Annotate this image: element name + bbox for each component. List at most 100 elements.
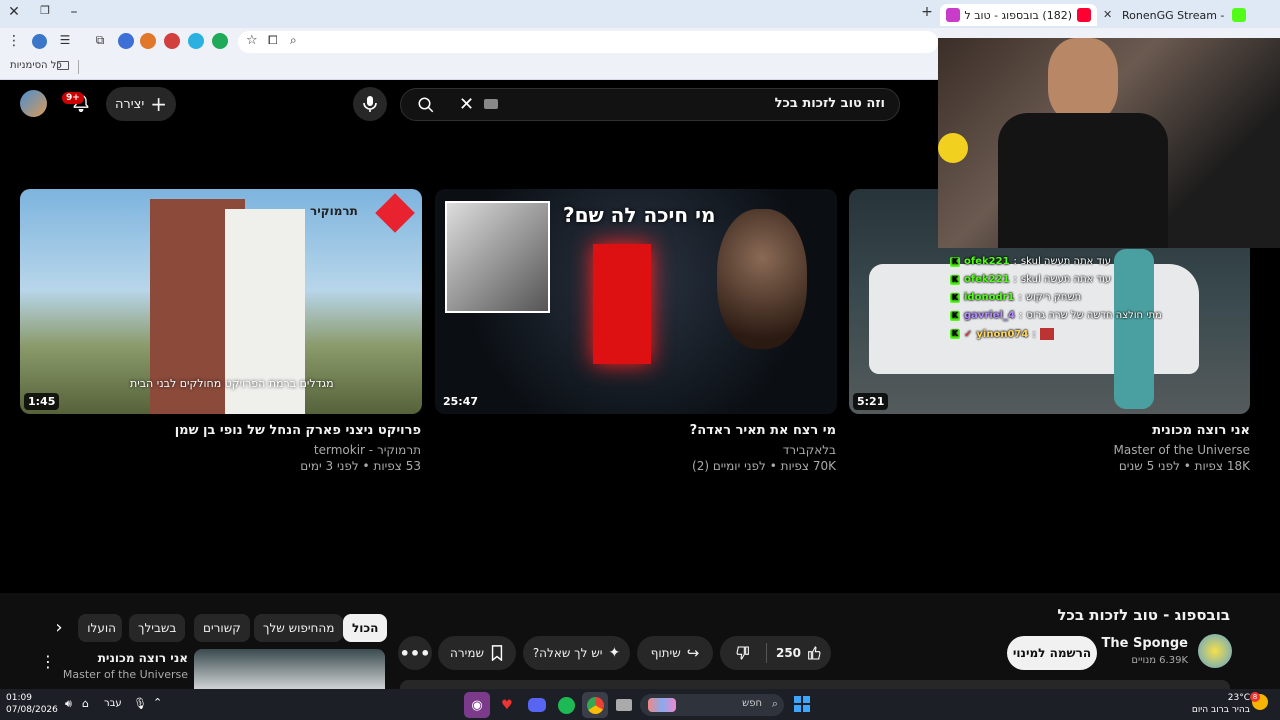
taskbar-app-icon[interactable]: ◉ (464, 692, 490, 718)
video-channel[interactable]: Master of the Universe (850, 443, 1250, 457)
zoom-icon[interactable]: ⌕ (290, 33, 297, 48)
taskbar-app-icon[interactable] (582, 692, 608, 718)
tab-youtube[interactable]: (182) בובספוג - טוב לזכות בכל (940, 4, 1097, 26)
taskbar-app-icon[interactable] (553, 692, 579, 718)
search-highlight-icon (648, 698, 676, 712)
extension-icon[interactable] (188, 33, 204, 49)
related-channel[interactable]: Master of the Universe (63, 668, 188, 681)
extension-icon[interactable] (164, 33, 180, 49)
profile-avatar-icon[interactable] (32, 34, 47, 49)
related-thumbnail[interactable] (194, 649, 385, 689)
chip-label: בשבילך (138, 621, 177, 635)
plush-toy-graphic (938, 133, 968, 163)
channel-avatar[interactable] (1198, 634, 1232, 668)
like-dislike-group: 250 (720, 636, 831, 670)
video-channel[interactable]: תרמוקיר - termokir (21, 443, 421, 457)
chevron-right-icon[interactable]: › (44, 613, 74, 643)
chat-text: skul עוד אתה תעשה (1020, 274, 1111, 285)
more-actions-button[interactable]: ••• (398, 636, 432, 670)
video-thumbnail[interactable]: תרמוקיר מגדלים ברמת הפרויקט מחולקים לבני… (20, 189, 422, 414)
close-tab-icon[interactable]: ✕ (1103, 8, 1112, 21)
taskbar-search[interactable]: חפש ⌕ (640, 694, 784, 716)
weather-badge: 8 (1250, 692, 1260, 702)
microphone-tray-icon[interactable]: 🎙︎ (133, 697, 147, 710)
ask-button[interactable]: ✦ יש לך שאלה? (523, 636, 630, 670)
bookmark-star-icon[interactable]: ☆ (246, 33, 258, 48)
chip-related[interactable]: קשורים (194, 614, 250, 642)
clear-search-icon[interactable]: ✕ (459, 94, 474, 115)
kick-badge-icon: K (950, 292, 960, 303)
share-label: שיתוף (650, 646, 681, 660)
share-button[interactable]: ↪ שיתוף (637, 636, 713, 670)
clock-time: 01:09 (6, 693, 32, 703)
video-meta: 18K צפיות • לפני 5 שנים (1118, 459, 1250, 473)
ask-label: יש לך שאלה? (532, 646, 603, 660)
search-input[interactable]: וזה טוב לזכות בכל (775, 96, 885, 111)
extensions-icon[interactable]: ⧉ (90, 33, 110, 48)
chip-label: הכול (352, 621, 379, 635)
like-button[interactable]: 250 (767, 645, 831, 661)
extension-icon[interactable] (140, 33, 156, 49)
language-indicator[interactable]: עבר (104, 698, 122, 709)
chat-message: Kgavriel_4: מתי חולצה חדשה של שרה גרוס (950, 310, 1162, 321)
tab-kick[interactable]: RonenGG Stream - Watch Live on Kick (1116, 4, 1252, 26)
save-button[interactable]: שמירה (438, 636, 516, 670)
chip-for-you[interactable]: בשבילך (129, 614, 186, 642)
extension-icon[interactable] (212, 33, 228, 49)
video-title[interactable]: אני רוצה מכונית (850, 423, 1250, 438)
video-title[interactable]: מי רצח את תאיר ראדה? (436, 423, 836, 438)
start-button[interactable] (794, 696, 810, 712)
video-meta: 70K צפיות • לפני יומיים (2) (692, 459, 836, 473)
minimize-window-icon[interactable]: – (64, 4, 84, 20)
subscribe-button[interactable]: הרשמה למינוי (1007, 636, 1097, 670)
subscriber-count: 6.39K מנויים (1131, 655, 1188, 666)
install-app-icon[interactable]: ⧠ (268, 33, 278, 48)
voice-search-button[interactable] (353, 87, 387, 121)
create-button[interactable]: + יצירה (106, 87, 176, 121)
extension-icon[interactable] (118, 33, 134, 49)
taskbar-app-icon[interactable] (611, 692, 637, 718)
chip-from-search[interactable]: מהחיפוש שלך (254, 614, 344, 642)
chat-message: Kofek221: skul עוד אתה תעשה (950, 256, 1111, 267)
all-bookmarks-link[interactable]: כל הסימניות (10, 60, 62, 71)
taskbar-app-icon[interactable] (524, 692, 550, 718)
dislike-button[interactable] (720, 645, 766, 661)
chat-message: Kidonodr1: תשחק ריקוש (950, 292, 1082, 303)
search-icon[interactable] (417, 96, 435, 114)
duration-badge: 1:45 (24, 393, 60, 410)
close-window-icon[interactable]: ✕ (4, 4, 24, 20)
channel-name[interactable]: The Sponge (1102, 636, 1188, 651)
volume-icon[interactable]: 🔊︎ (65, 697, 72, 711)
kick-badge-icon: K (950, 310, 960, 321)
chip-uploaded[interactable]: הועלו (78, 614, 122, 642)
avatar[interactable] (20, 90, 47, 117)
thumbnail-logo-text: תרמוקיר (310, 204, 358, 218)
related-title[interactable]: אני רוצה מכונית (98, 651, 188, 665)
new-tab-icon[interactable]: + (917, 4, 937, 20)
reading-list-icon[interactable]: ☰ (55, 33, 75, 47)
taskbar-app-icon[interactable]: ♥ (494, 692, 520, 718)
chevron-up-icon[interactable]: ⌃ (153, 696, 162, 709)
clock[interactable]: 01:09 07/08/2026 (6, 692, 58, 716)
video-channel[interactable]: בלאקבירד (436, 443, 836, 457)
taskbar-search-input: חפש (742, 698, 762, 709)
keyboard-icon[interactable] (484, 99, 498, 109)
discord-icon (528, 698, 546, 712)
menu-dots-icon[interactable]: ⋮ (4, 33, 24, 49)
weather-widget[interactable]: 23°C בהיר ברוב היום (1190, 692, 1250, 716)
stream-chat: Kofek221: skul עוד אתה תעשה Kofek221: skul… (950, 256, 1162, 340)
thumbs-up-icon (808, 646, 821, 660)
search-box[interactable]: ✕ וזה טוב לזכות בכל (400, 88, 900, 121)
tab-title: RonenGG Stream - Watch Live on Kick (1122, 8, 1227, 22)
video-title[interactable]: פרויקט ניצני פארק הנחל של נופי בן שמן (21, 423, 421, 438)
chat-user: idonodr1 (964, 292, 1015, 303)
address-bar[interactable]: ☆ ⧠ ⌕ (238, 31, 938, 53)
more-vert-icon[interactable]: ⋮ (40, 652, 56, 671)
chip-all[interactable]: הכול (343, 614, 388, 642)
restore-window-icon[interactable]: ❐ (35, 4, 55, 17)
description-box[interactable] (400, 680, 1230, 689)
duration-badge: 25:47 (443, 395, 479, 408)
sparkle-icon: ✦ (608, 645, 621, 661)
network-icon[interactable]: ⌂ (82, 697, 89, 710)
video-thumbnail[interactable]: מי חיכה לה שם? 25:47 (435, 189, 837, 414)
